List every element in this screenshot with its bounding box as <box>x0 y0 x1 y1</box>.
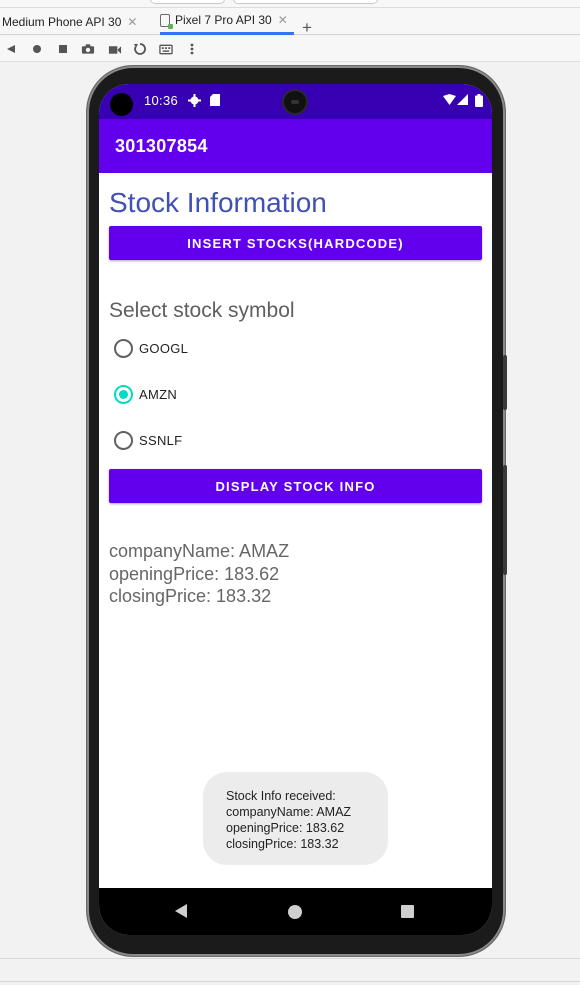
gear-icon <box>188 94 201 110</box>
sd-card-icon <box>210 94 220 109</box>
close-icon[interactable]: ✕ <box>127 15 137 29</box>
toast-line: companyName: AMAZ <box>226 805 352 819</box>
toast-line: Stock Info received: <box>226 789 336 803</box>
tab-medium-phone[interactable]: Medium Phone API 30 ✕ <box>2 8 137 35</box>
company-name-text: companyName: AMAZ <box>109 541 290 561</box>
power-button <box>503 465 507 575</box>
app-bar-title: 301307854 <box>115 136 208 156</box>
video-icon[interactable] <box>108 42 122 56</box>
keyboard-icon[interactable] <box>159 42 173 56</box>
battery-icon <box>475 94 483 110</box>
rotate-icon[interactable] <box>133 42 147 56</box>
status-time: 10:36 <box>144 93 179 108</box>
radio-option-amzn[interactable]: AMZN <box>114 382 177 406</box>
device-screen: 10:36 301307854 Stock Information INSERT… <box>99 84 492 935</box>
close-icon[interactable]: ✕ <box>278 13 288 27</box>
radio-label: AMZN <box>139 386 178 402</box>
nav-recents-icon[interactable] <box>401 905 414 918</box>
home-circle-icon[interactable] <box>30 42 44 56</box>
signal-icon <box>457 94 468 108</box>
insert-stocks-button[interactable]: INSERT STOCKS(HARDCODE) <box>109 226 482 260</box>
status-bar: 10:36 <box>99 84 492 119</box>
emulator-toolbar <box>0 36 580 62</box>
volume-button <box>503 355 507 410</box>
toast-message: Stock Info received: companyName: AMAZ o… <box>203 772 388 865</box>
plus-icon[interactable]: + <box>302 19 312 36</box>
device-tab-bar: Medium Phone API 30 ✕ Pixel 7 Pro API 30… <box>0 8 580 36</box>
system-nav-bar <box>99 888 492 935</box>
ide-top-pill <box>150 0 225 4</box>
camera-cutout <box>110 93 133 116</box>
app-bar: 301307854 <box>99 119 492 173</box>
select-symbol-label: Select stock symbol <box>109 299 295 322</box>
radio-button-unchecked[interactable] <box>114 338 133 358</box>
wifi-icon <box>443 94 456 108</box>
tab-pixel-7-pro[interactable]: Pixel 7 Pro API 30 ✕ <box>160 8 294 35</box>
radio-button-checked[interactable] <box>114 384 133 404</box>
overview-square-icon[interactable] <box>56 42 70 56</box>
radio-label: SSNLF <box>139 432 183 448</box>
radio-label: GOOGL <box>139 340 189 356</box>
toast-line: openingPrice: 183.62 <box>226 821 345 835</box>
display-stock-info-button[interactable]: DISPLAY STOCK INFO <box>109 469 482 503</box>
camera-icon[interactable] <box>81 42 95 56</box>
radio-option-ssnlf[interactable]: SSNLF <box>114 428 182 452</box>
ide-top-strip <box>0 0 580 8</box>
opening-price-text: openingPrice: 183.62 <box>109 564 280 584</box>
tab-label: Pixel 7 Pro API 30 <box>175 13 272 27</box>
radio-option-googl[interactable]: GOOGL <box>114 336 188 360</box>
ide-top-pill <box>233 0 378 4</box>
closing-price-text: closingPrice: 183.32 <box>109 586 272 606</box>
ide-bottom-strip <box>0 958 580 985</box>
front-camera <box>284 91 306 113</box>
device-icon <box>160 13 173 29</box>
back-triangle-icon[interactable] <box>4 42 18 56</box>
nav-home-icon[interactable] <box>288 905 302 919</box>
tab-label: Medium Phone API 30 <box>2 14 122 29</box>
more-vert-icon[interactable] <box>185 42 199 56</box>
page-title: Stock Information <box>109 187 327 218</box>
radio-button-unchecked[interactable] <box>114 430 133 450</box>
toast-line: closingPrice: 183.32 <box>226 837 339 851</box>
nav-back-icon[interactable] <box>175 904 187 918</box>
